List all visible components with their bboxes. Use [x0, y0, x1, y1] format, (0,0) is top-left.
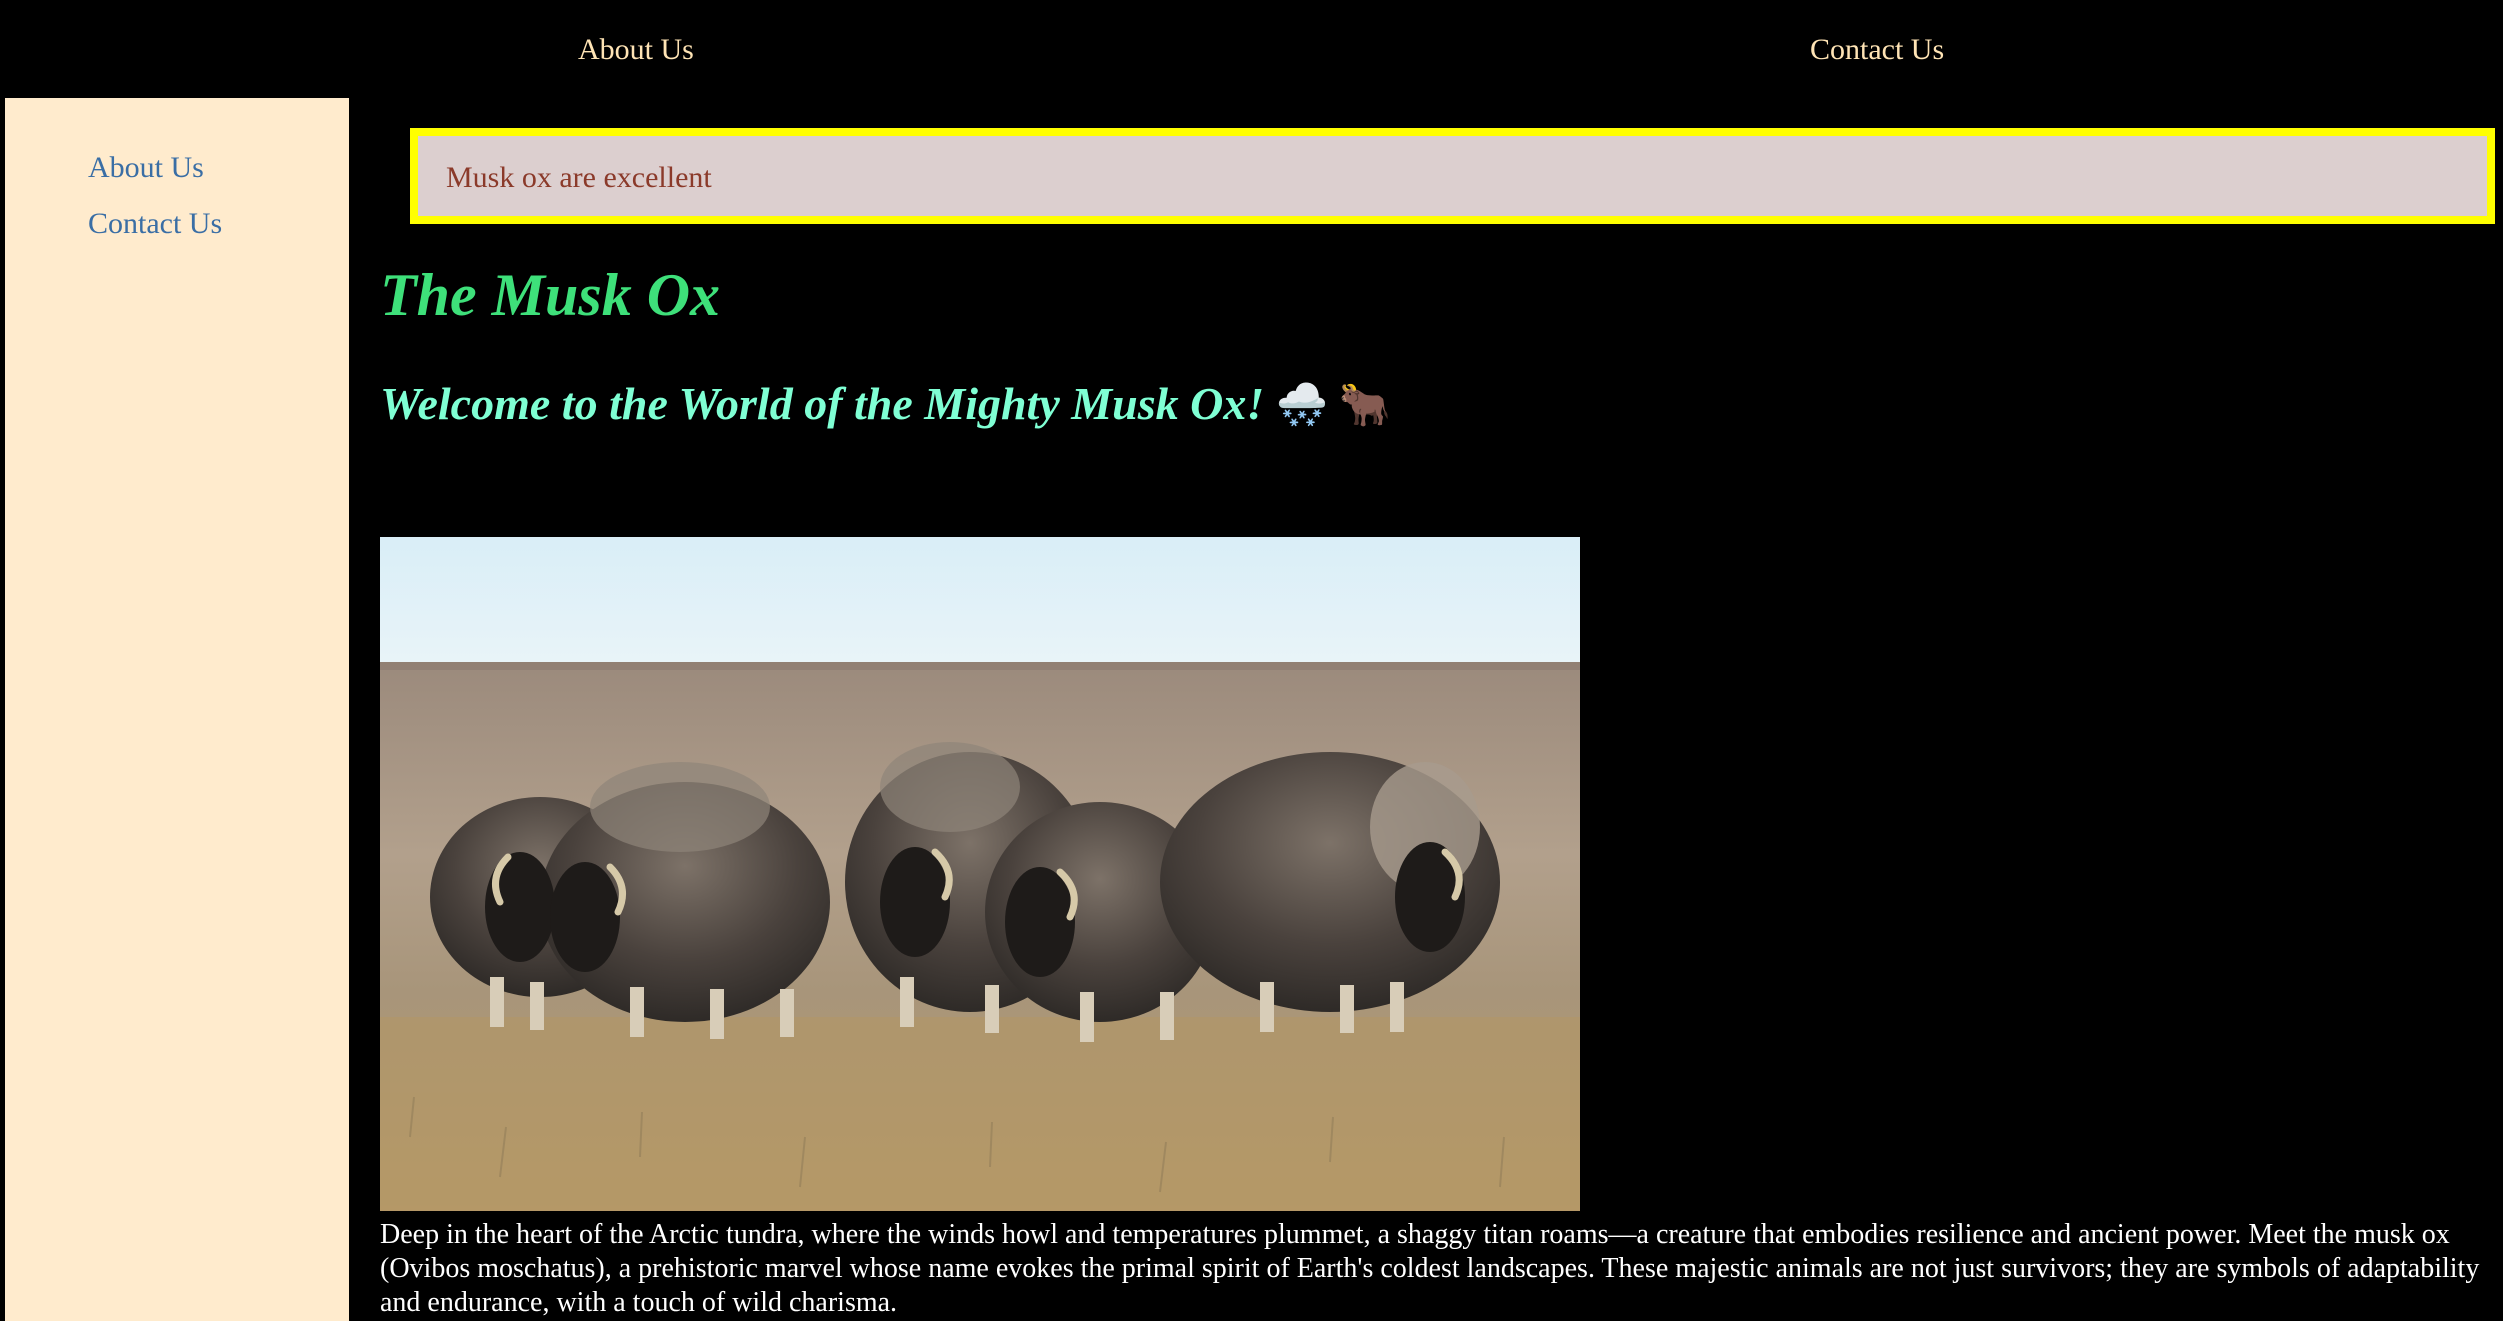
sidebar-item-about[interactable]: About Us — [88, 148, 204, 188]
page-title: The Musk Ox — [380, 262, 721, 328]
page-subtitle: Welcome to the World of the Mighty Musk … — [380, 372, 1391, 438]
announcement-banner: Musk ox are excellent — [410, 128, 2495, 224]
snow-cloud-and-ox-emoji: 🌨️ 🐂 — [1275, 383, 1391, 429]
topnav-about-link[interactable]: About Us — [578, 30, 694, 70]
sidebar: About Us Contact Us — [5, 98, 349, 1321]
banner-text: Musk ox are excellent — [446, 161, 712, 194]
topnav-contact-link[interactable]: Contact Us — [1810, 30, 1944, 70]
top-navigation: About Us Contact Us — [0, 0, 2503, 98]
intro-paragraph: Deep in the heart of the Arctic tundra, … — [380, 1219, 2480, 1318]
sidebar-item-contact[interactable]: Contact Us — [88, 204, 222, 244]
musk-ox-photo — [380, 537, 1580, 1211]
subtitle-text: Welcome to the World of the Mighty Musk … — [380, 378, 1265, 429]
